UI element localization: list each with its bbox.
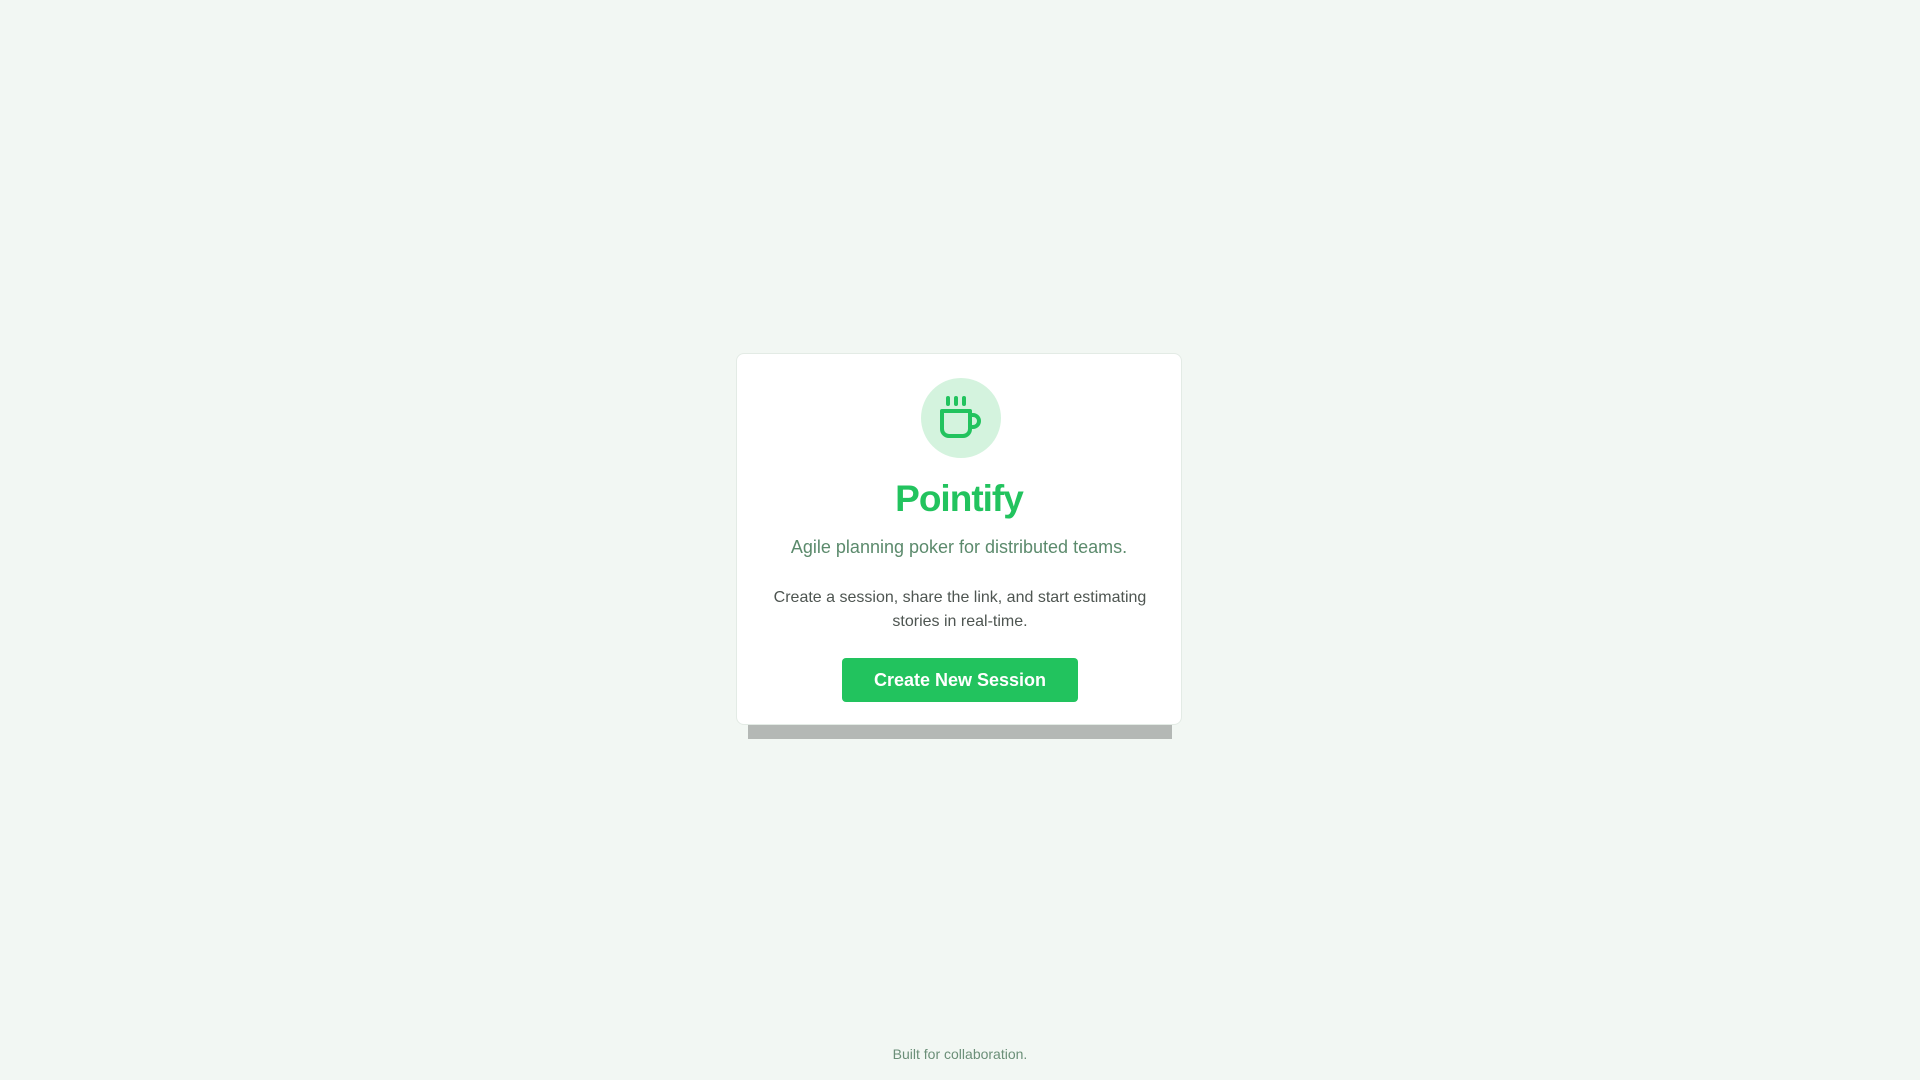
landing-card: Pointify Agile planning poker for distri… (736, 353, 1182, 725)
app-tagline: Agile planning poker for distributed tea… (790, 537, 1128, 557)
create-session-button[interactable]: Create New Session (842, 658, 1078, 702)
footer-text: Built for collaboration. (892, 1046, 1028, 1062)
landing-card-wrapper: Pointify Agile planning poker for distri… (736, 353, 1184, 739)
app-description: Create a session, share the link, and st… (773, 589, 1147, 630)
logo-badge (921, 378, 1001, 458)
card-shadow-bar (748, 725, 1172, 739)
app-title: Pointify (895, 478, 1024, 519)
coffee-mug-icon (940, 396, 981, 438)
